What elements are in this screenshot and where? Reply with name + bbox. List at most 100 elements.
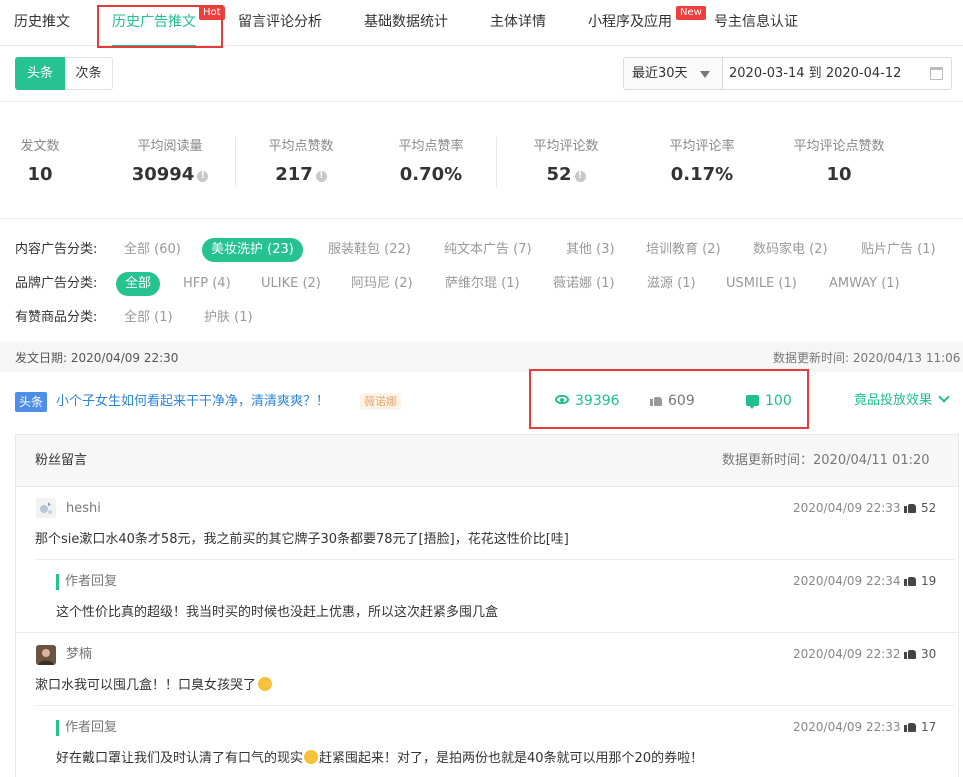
- filter-row-content: 内容广告分类: 全部 (60) 美妆洗护 (23) 服装鞋包 (22) 纯文本广…: [15, 238, 955, 262]
- comments-panel-header: 粉丝留言 数据更新时间：2020/04/11 01:20: [16, 435, 958, 487]
- segment-headline-button[interactable]: 头条: [15, 57, 65, 90]
- stat-avg-comments: 平均评论数 52!: [527, 138, 605, 186]
- filter-row-brand: 品牌广告分类: 全部 HFP (4) ULIKE (2) 阿玛尼 (2) 萨维尔…: [15, 272, 955, 296]
- comments-panel-title: 粉丝留言: [35, 453, 88, 468]
- stat-avg-likes: 平均点赞数 217!: [262, 138, 340, 186]
- filter-option[interactable]: AMWAY (1): [829, 272, 900, 296]
- position-tag: 头条: [15, 392, 48, 412]
- comments-panel-update: 数据更新时间：2020/04/11 01:20: [722, 453, 930, 468]
- filter-option[interactable]: 阿玛尼 (2): [351, 272, 413, 296]
- stat-label: 平均评论点赞数: [793, 139, 885, 154]
- reply-likes-value: 17: [921, 720, 937, 734]
- thumbs-up-icon: [904, 574, 916, 586]
- filter-option[interactable]: 薇诺娜 (1): [553, 272, 615, 296]
- stat-value: 30994: [131, 164, 195, 185]
- range-select[interactable]: 最近30天: [623, 57, 723, 90]
- divider: [235, 137, 236, 187]
- reply-likes: 19: [904, 573, 936, 589]
- stat-label: 平均点赞率: [398, 139, 464, 154]
- tab-comment-analysis[interactable]: 留言评论分析: [238, 0, 322, 46]
- comment-likes: 52: [904, 500, 936, 516]
- stat-value: 52: [546, 164, 572, 185]
- divider: [16, 632, 958, 633]
- info-icon[interactable]: !: [574, 171, 586, 182]
- stat-avg-comment-rate: 平均评论率 0.17%: [663, 138, 741, 186]
- info-icon[interactable]: !: [315, 171, 327, 182]
- filter-option[interactable]: 其他 (3): [566, 238, 615, 262]
- filter-option-selected[interactable]: 全部: [116, 272, 161, 296]
- stat-value: 217: [275, 164, 313, 185]
- post-title-link[interactable]: 小个子女生如何看起来干干净净，清清爽爽？！: [56, 393, 329, 411]
- calendar-icon: [930, 67, 943, 80]
- filter-option[interactable]: 培训教育 (2): [646, 238, 721, 262]
- competitor-effect-toggle[interactable]: 竟品投放效果: [854, 391, 950, 410]
- thumbs-up-icon: [904, 501, 916, 513]
- filter-option[interactable]: 护肤 (1): [204, 306, 253, 330]
- thumbs-up-icon: [904, 720, 916, 732]
- comment-text-body: 漱口水我可以囤几盒！！口臭女孩哭了: [35, 678, 257, 693]
- comments-panel: 粉丝留言 数据更新时间：2020/04/11 01:20 heshi 2020/…: [15, 434, 959, 777]
- filter-option-selected[interactable]: 美妆洗护 (23): [202, 238, 303, 262]
- filter-label: 内容广告分类:: [15, 242, 98, 257]
- tab-owner-verification[interactable]: 号主信息认证: [714, 0, 798, 46]
- author-reply-label: 作者回复: [56, 720, 117, 736]
- stat-label: 平均评论数: [533, 139, 599, 154]
- filter-option[interactable]: 贴片广告 (1): [861, 238, 936, 262]
- reply-time: 2020/04/09 22:34: [793, 574, 901, 588]
- filter-option[interactable]: 服装鞋包 (22): [328, 238, 411, 262]
- divider: [0, 218, 963, 219]
- date-range-input[interactable]: 2020-03-14 到 2020-04-12: [722, 57, 952, 90]
- filter-option[interactable]: ULIKE (2): [261, 272, 321, 296]
- comment-time: 2020/04/09 22:33: [793, 501, 901, 515]
- filter-option[interactable]: 纯文本广告 (7): [444, 238, 532, 262]
- divider: [0, 101, 963, 102]
- avatar: [36, 498, 56, 518]
- filter-option[interactable]: USMILE (1): [726, 272, 797, 296]
- reply-text-part-b: 赶紧囤起来！对了，是拍两份也就是40条就可以用那个20的券啦！: [319, 751, 704, 766]
- brand-tag: 薇诺娜: [360, 393, 401, 410]
- laughing-emoji-icon: [304, 750, 319, 764]
- stat-post-count: 发文数 10: [18, 138, 62, 186]
- tab-mini-programs[interactable]: 小程序及应用: [588, 0, 672, 46]
- tab-history-posts[interactable]: 历史推文: [14, 0, 70, 46]
- filter-label: 有赞商品分类:: [15, 310, 98, 325]
- highlight-box-metrics: [529, 369, 809, 429]
- divider: [496, 137, 497, 187]
- filter-option[interactable]: 滋源 (1): [647, 272, 696, 296]
- filter-option[interactable]: HFP (4): [183, 272, 231, 296]
- stat-label: 平均点赞数: [268, 139, 334, 154]
- stat-avg-comment-likes: 平均评论点赞数 10: [787, 138, 891, 186]
- tab-entity-details[interactable]: 主体详情: [490, 0, 546, 46]
- comment-username[interactable]: 梦楠: [66, 646, 92, 664]
- reply-likes: 17: [904, 719, 936, 735]
- post-data-update-time: 数据更新时间: 2020/04/13 11:06: [773, 351, 961, 365]
- segment-secondary-button[interactable]: 次条: [65, 57, 113, 90]
- reply-likes-value: 19: [921, 574, 937, 588]
- info-icon[interactable]: !: [197, 171, 209, 182]
- crying-emoji-icon: [258, 677, 273, 691]
- divider: [35, 559, 955, 560]
- comment-text: 漱口水我可以囤几盒！！口臭女孩哭了: [35, 677, 273, 695]
- thumbs-up-icon: [904, 647, 916, 659]
- stat-value: 0.17%: [670, 164, 734, 185]
- author-reply-label: 作者回复: [56, 574, 117, 590]
- competitor-effect-label: 竟品投放效果: [854, 393, 933, 408]
- filter-option[interactable]: 数码家电 (2): [753, 238, 828, 262]
- date-range-value: 2020-03-14 到 2020-04-12: [729, 66, 902, 81]
- filter-option[interactable]: 全部 (60): [124, 238, 181, 262]
- comment-text: 那个sie漱口水40条才58元，我之前买的其它牌子30条都要78元了[捂脸]，花…: [35, 532, 569, 547]
- post-date: 发文日期: 2020/04/09 22:30: [15, 351, 179, 365]
- comment-time: 2020/04/09 22:32: [793, 647, 901, 661]
- filter-label: 品牌广告分类:: [15, 276, 98, 291]
- tab-basic-stats[interactable]: 基础数据统计: [364, 0, 448, 46]
- comment-username[interactable]: heshi: [66, 500, 101, 518]
- reply-text: 好在戴口罩让我们及时认清了有口气的现实 赶紧囤起来！对了，是拍两份也就是40条就可…: [56, 750, 703, 768]
- stat-label: 平均评论率: [669, 139, 735, 154]
- reply-time: 2020/04/09 22:33: [793, 720, 901, 734]
- filter-option[interactable]: 萨维尔琨 (1): [445, 272, 520, 296]
- range-select-label: 最近30天: [632, 66, 688, 81]
- stat-avg-like-rate: 平均点赞率 0.70%: [392, 138, 470, 186]
- filter-option[interactable]: 全部 (1): [124, 306, 173, 330]
- stat-value: 0.70%: [399, 164, 463, 185]
- highlight-box-tab: [97, 5, 223, 48]
